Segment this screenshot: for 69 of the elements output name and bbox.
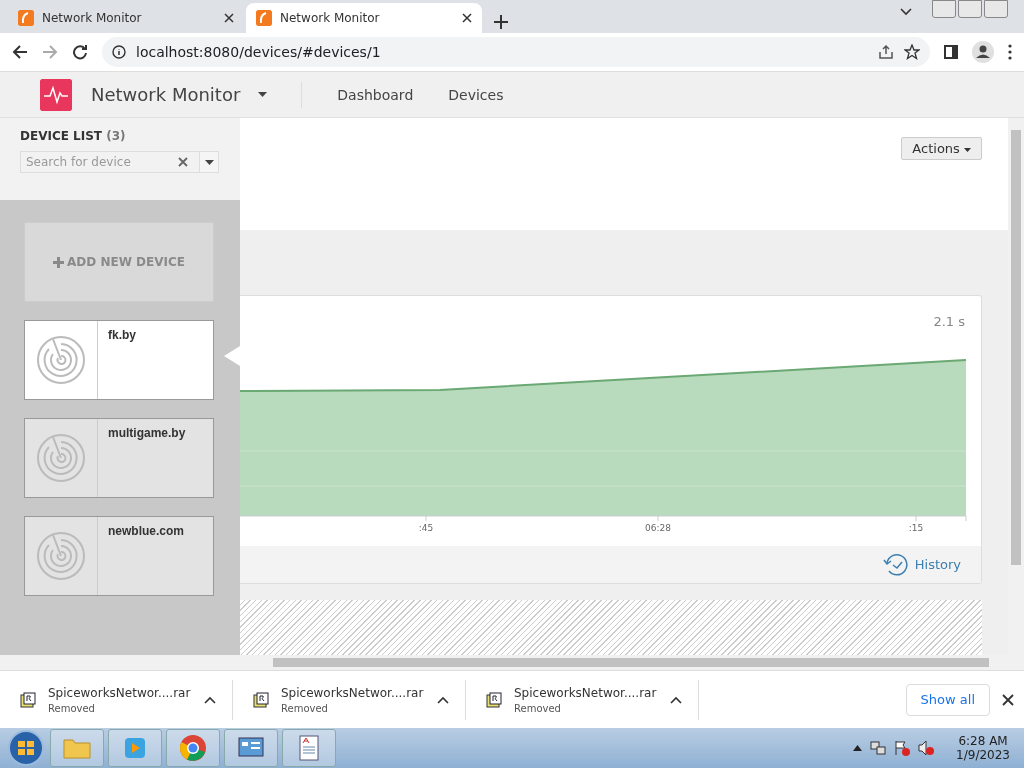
archive-file-icon[interactable] — [486, 691, 502, 708]
download-name[interactable]: SpiceworksNetwor....rar — [281, 685, 425, 700]
device-card[interactable]: fk.by — [24, 320, 214, 400]
speaker-muted-icon[interactable] — [918, 740, 935, 756]
close-icon[interactable] — [224, 13, 234, 23]
chevron-down-icon[interactable] — [900, 8, 912, 16]
side-panel-icon[interactable] — [944, 45, 958, 59]
history-icon — [882, 552, 911, 577]
caret-icon — [964, 147, 971, 152]
taskbar-control-panel-icon[interactable] — [224, 729, 278, 767]
download-status: Removed — [48, 702, 96, 714]
chevron-up-icon[interactable] — [204, 695, 216, 704]
axis-label: :45 — [418, 523, 434, 533]
pulse-logo-icon[interactable] — [40, 78, 72, 111]
flag-icon[interactable] — [894, 740, 911, 756]
axis-label: 06:28 — [645, 523, 671, 533]
close-icon[interactable] — [462, 13, 472, 23]
device-card[interactable]: multigame.by — [24, 418, 214, 498]
caret-icon[interactable] — [204, 159, 214, 165]
device-card[interactable]: newblue.com — [24, 516, 214, 596]
chevron-up-icon[interactable] — [853, 745, 863, 751]
radar-icon — [36, 335, 86, 385]
nav-link[interactable]: Dashboard — [337, 86, 414, 103]
caret-icon[interactable] — [258, 92, 268, 97]
plus-icon — [53, 256, 64, 268]
taskbar-document-icon[interactable] — [282, 729, 336, 767]
reload-icon[interactable] — [72, 44, 88, 60]
clock-time[interactable]: 6:28 AM — [958, 734, 1008, 748]
chevron-up-icon[interactable] — [670, 695, 682, 704]
chart-value-label: 2.1 s — [933, 314, 965, 329]
show-all-button[interactable]: Show all — [905, 683, 990, 716]
clear-icon[interactable] — [178, 157, 188, 167]
browser-tab[interactable]: Network Monitor — [246, 3, 482, 33]
vertical-scrollbar[interactable] — [1008, 118, 1024, 655]
app-favicon — [256, 10, 272, 26]
address-bar[interactable]: localhost:8080/devices/#devices/1 — [102, 37, 930, 67]
close-icon[interactable] — [1002, 693, 1014, 706]
history-link[interactable]: History — [882, 552, 961, 577]
share-icon[interactable] — [878, 44, 894, 60]
clock-date[interactable]: 1/9/2023 — [956, 748, 1010, 762]
start-button[interactable] — [6, 729, 46, 767]
radar-icon — [36, 531, 86, 581]
download-name[interactable]: SpiceworksNetwor....rar — [48, 685, 192, 700]
download-status: Removed — [514, 702, 562, 714]
browser-tab[interactable]: Network Monitor — [8, 3, 244, 33]
app-title: Network Monitor — [91, 84, 241, 105]
search-field[interactable]: Search for device — [20, 151, 199, 173]
horizontal-scrollbar[interactable] — [0, 655, 1024, 670]
dropdown-button[interactable] — [199, 151, 219, 173]
download-name[interactable]: SpiceworksNetwor....rar — [514, 685, 658, 700]
info-icon[interactable] — [112, 45, 126, 59]
new-tab-icon[interactable] — [494, 15, 508, 29]
device-count: (3) — [106, 129, 126, 143]
star-icon[interactable] — [904, 44, 920, 60]
menu-icon[interactable] — [1008, 44, 1012, 60]
archive-file-icon[interactable] — [20, 691, 36, 708]
radar-icon — [36, 433, 86, 483]
chevron-up-icon[interactable] — [437, 695, 449, 704]
axis-label: :15 — [908, 523, 924, 533]
archive-file-icon[interactable] — [253, 691, 269, 708]
device-list-title: DEVICE LIST — [20, 129, 103, 143]
nav-link[interactable]: Devices — [448, 86, 504, 103]
download-status: Removed — [281, 702, 329, 714]
actions-button[interactable]: Actions — [901, 137, 982, 160]
app-favicon — [18, 10, 34, 26]
back-icon[interactable] — [12, 44, 28, 60]
taskbar-browser-icon[interactable] — [166, 729, 220, 767]
network-icon[interactable] — [870, 740, 887, 756]
profile-icon[interactable] — [972, 41, 994, 63]
